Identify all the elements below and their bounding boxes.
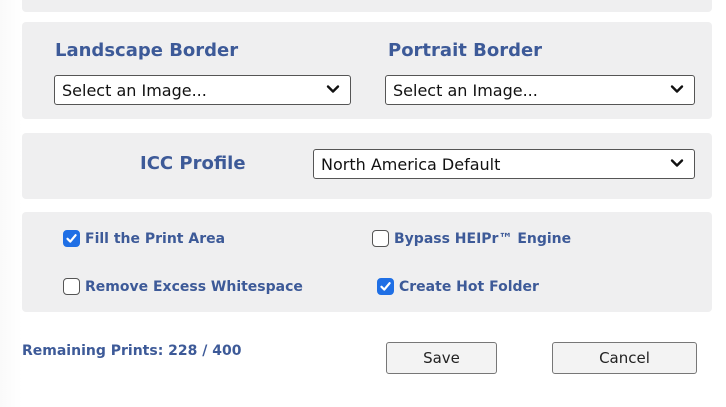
save-button[interactable]: Save bbox=[386, 342, 497, 374]
create-hot-folder-label: Create Hot Folder bbox=[399, 278, 539, 295]
chevron-down-icon bbox=[670, 159, 684, 167]
bypass-engine-option[interactable]: Bypass HEIPr™ Engine bbox=[372, 230, 571, 247]
chevron-down-icon bbox=[326, 85, 340, 93]
icc-profile-select[interactable]: North America Default bbox=[313, 149, 695, 179]
icc-profile-label: ICC Profile bbox=[140, 153, 246, 174]
cancel-button[interactable]: Cancel bbox=[552, 342, 697, 374]
remove-whitespace-option[interactable]: Remove Excess Whitespace bbox=[63, 278, 303, 295]
create-hot-folder-checkbox[interactable] bbox=[377, 278, 394, 295]
portrait-border-select[interactable]: Select an Image... bbox=[385, 75, 695, 105]
fill-print-area-option[interactable]: Fill the Print Area bbox=[63, 230, 225, 247]
chevron-down-icon bbox=[670, 85, 684, 93]
landscape-border-select[interactable]: Select an Image... bbox=[54, 75, 351, 105]
fill-print-area-label: Fill the Print Area bbox=[85, 230, 226, 247]
landscape-border-value: Select an Image... bbox=[62, 80, 207, 100]
background-shade bbox=[0, 0, 22, 407]
border-settings-panel: Landscape Border Portrait Border Select … bbox=[22, 22, 712, 119]
landscape-border-label: Landscape Border bbox=[55, 40, 239, 61]
checkmark-icon bbox=[66, 234, 77, 243]
remove-whitespace-label: Remove Excess Whitespace bbox=[85, 278, 303, 295]
portrait-border-value: Select an Image... bbox=[393, 80, 538, 100]
top-panel-edge bbox=[22, 0, 712, 12]
icc-profile-value: North America Default bbox=[321, 154, 501, 174]
icc-profile-panel: ICC Profile North America Default bbox=[22, 133, 712, 199]
create-hot-folder-option[interactable]: Create Hot Folder bbox=[377, 278, 539, 295]
remove-whitespace-checkbox[interactable] bbox=[63, 278, 80, 295]
fill-print-area-checkbox[interactable] bbox=[63, 230, 80, 247]
bypass-engine-label: Bypass HEIPr™ Engine bbox=[394, 230, 572, 247]
bypass-engine-checkbox[interactable] bbox=[372, 230, 389, 247]
print-options-panel: Fill the Print Area Bypass HEIPr™ Engine… bbox=[22, 212, 712, 312]
portrait-border-label: Portrait Border bbox=[388, 40, 543, 61]
checkmark-icon bbox=[380, 282, 391, 291]
remaining-prints-text: Remaining Prints: 228 / 400 bbox=[22, 343, 242, 359]
